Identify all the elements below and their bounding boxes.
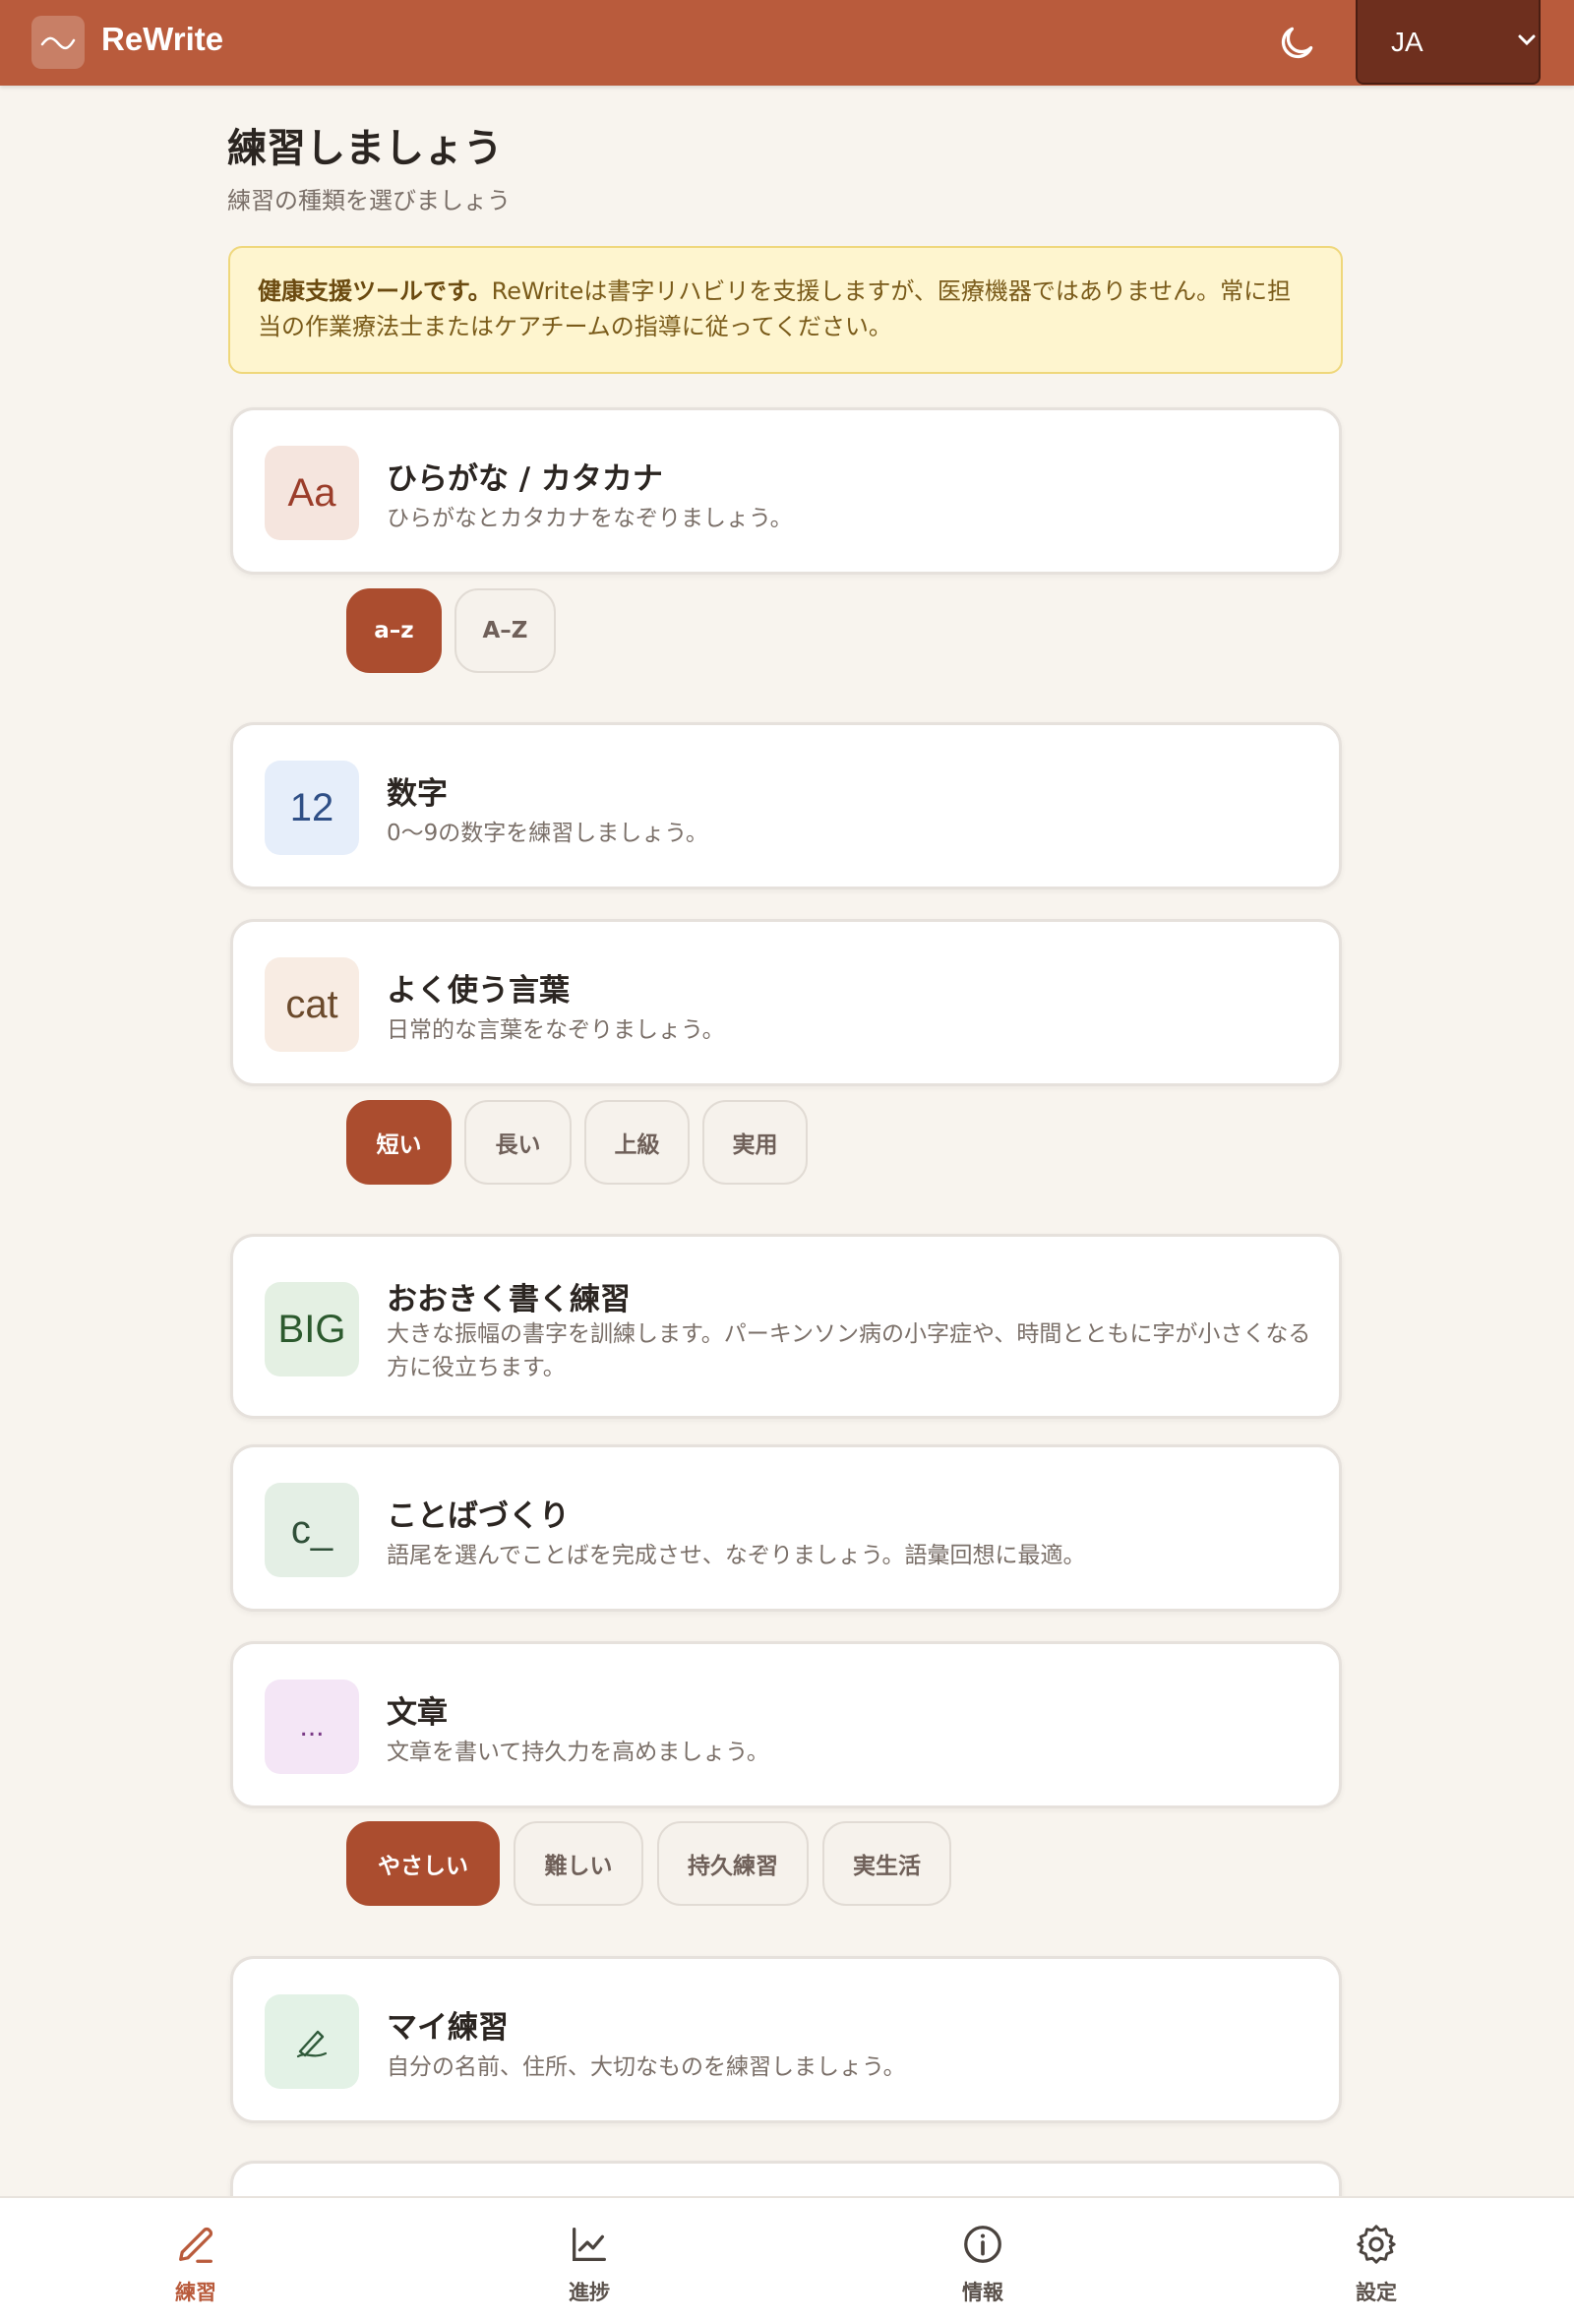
pill-practical[interactable]: 実用 <box>702 1100 808 1185</box>
nav-settings[interactable]: 設定 <box>1317 2222 1435 2306</box>
card-sentences[interactable]: ... 文章 文章を書いて持久力を高めましょう。 <box>230 1641 1342 1808</box>
pill-short[interactable]: 短い <box>346 1100 452 1185</box>
page-title: 練習しましょう <box>227 126 503 171</box>
card-big-writing[interactable]: BIG おおきく書く練習 大きな振幅の書字を訓練します。パーキンソン病の小字症や… <box>230 1234 1342 1419</box>
card-title: よく使う言葉 <box>387 973 570 1009</box>
card-desc: 自分の名前、住所、大切なものを練習しましょう。 <box>387 2054 906 2080</box>
bottom-navigation: 練習 進捗 情報 設定 <box>0 2196 1574 2324</box>
card-desc: 語尾を選んでことばを完成させ、なぞりましょう。語彙回想に最適。 <box>387 1543 1086 1568</box>
numbers-icon: 12 <box>265 761 359 855</box>
pill-advanced[interactable]: 上級 <box>584 1100 690 1185</box>
language-value: JA <box>1391 27 1423 57</box>
card-my-practice[interactable]: マイ練習 自分の名前、住所、大切なものを練習しましょう。 <box>230 1956 1342 2123</box>
pill-uppercase[interactable]: A–Z <box>454 588 556 673</box>
words-icon: cat <box>265 957 359 1052</box>
card-desc: 大きな振幅の書字を訓練します。パーキンソン病の小字症や、時間とともに字が小さくな… <box>387 1321 1311 1380</box>
card-desc: 0〜9の数字を練習しましょう。 <box>387 821 708 846</box>
gear-icon <box>1357 2225 1396 2264</box>
chart-line-icon <box>573 2228 606 2261</box>
card-desc: 日常的な言葉をなぞりましょう。 <box>387 1017 725 1043</box>
wave-logo-icon <box>31 16 85 69</box>
card-desc: 文章を書いて持久力を高めましょう。 <box>387 1740 769 1765</box>
language-select[interactable]: JA <box>1356 0 1541 85</box>
card-word-building[interactable]: c_ ことばづくり 語尾を選んでことばを完成させ、なぞりましょう。語彙回想に最適… <box>230 1444 1342 1612</box>
pen-writing-icon <box>265 1994 359 2089</box>
nav-label: 設定 <box>1356 2281 1397 2304</box>
app-header: ReWrite JA <box>0 0 1574 86</box>
card-words[interactable]: cat よく使う言葉 日常的な言葉をなぞりましょう。 <box>230 919 1342 1086</box>
card-title: ことばづくり <box>387 1498 570 1534</box>
pill-long[interactable]: 長い <box>464 1100 572 1185</box>
nav-practice[interactable]: 練習 <box>137 2222 255 2306</box>
nav-label: 情報 <box>962 2281 1003 2304</box>
card-numbers[interactable]: 12 数字 0〜9の数字を練習しましょう。 <box>230 722 1342 889</box>
pill-endurance[interactable]: 持久練習 <box>657 1821 809 1906</box>
card-title: マイ練習 <box>387 2010 509 2046</box>
page-subtitle: 練習の種類を選びましょう <box>227 187 511 214</box>
card-desc: ひらがなとカタカナをなぞりましょう。 <box>387 506 793 531</box>
pill-easy[interactable]: やさしい <box>346 1821 500 1906</box>
card-title: おおきく書く練習 <box>387 1282 631 1317</box>
word-building-icon: c_ <box>265 1483 359 1577</box>
pencil-icon <box>179 2227 213 2263</box>
card-title: 文章 <box>387 1695 448 1731</box>
nav-progress[interactable]: 進捗 <box>530 2222 648 2306</box>
nav-label: 進捗 <box>569 2281 610 2304</box>
disclaimer-bold: 健康支援ツールです。 <box>258 277 492 305</box>
nav-info[interactable]: 情報 <box>924 2222 1042 2306</box>
nav-label: 練習 <box>175 2281 216 2304</box>
pill-real-life[interactable]: 実生活 <box>822 1821 951 1906</box>
ellipsis-icon: ... <box>265 1680 359 1774</box>
pill-lowercase[interactable]: a–z <box>346 588 442 673</box>
info-icon <box>964 2226 1001 2263</box>
moon-icon <box>1281 27 1313 59</box>
kana-icon: Aa <box>265 446 359 540</box>
chevron-down-icon <box>1518 34 1536 46</box>
app-name: ReWrite <box>101 21 224 57</box>
card-title: 数字 <box>387 776 448 812</box>
dark-mode-toggle[interactable] <box>1275 22 1318 65</box>
pill-hard[interactable]: 難しい <box>514 1821 643 1906</box>
big-icon: BIG <box>265 1282 359 1376</box>
health-disclaimer: 健康支援ツールです。ReWriteは書字リハビリを支援しますが、医療機器ではあり… <box>228 246 1343 374</box>
card-title: ひらがな / カタカナ <box>387 461 663 497</box>
card-kana[interactable]: Aa ひらがな / カタカナ ひらがなとカタカナをなぞりましょう。 <box>230 407 1342 575</box>
